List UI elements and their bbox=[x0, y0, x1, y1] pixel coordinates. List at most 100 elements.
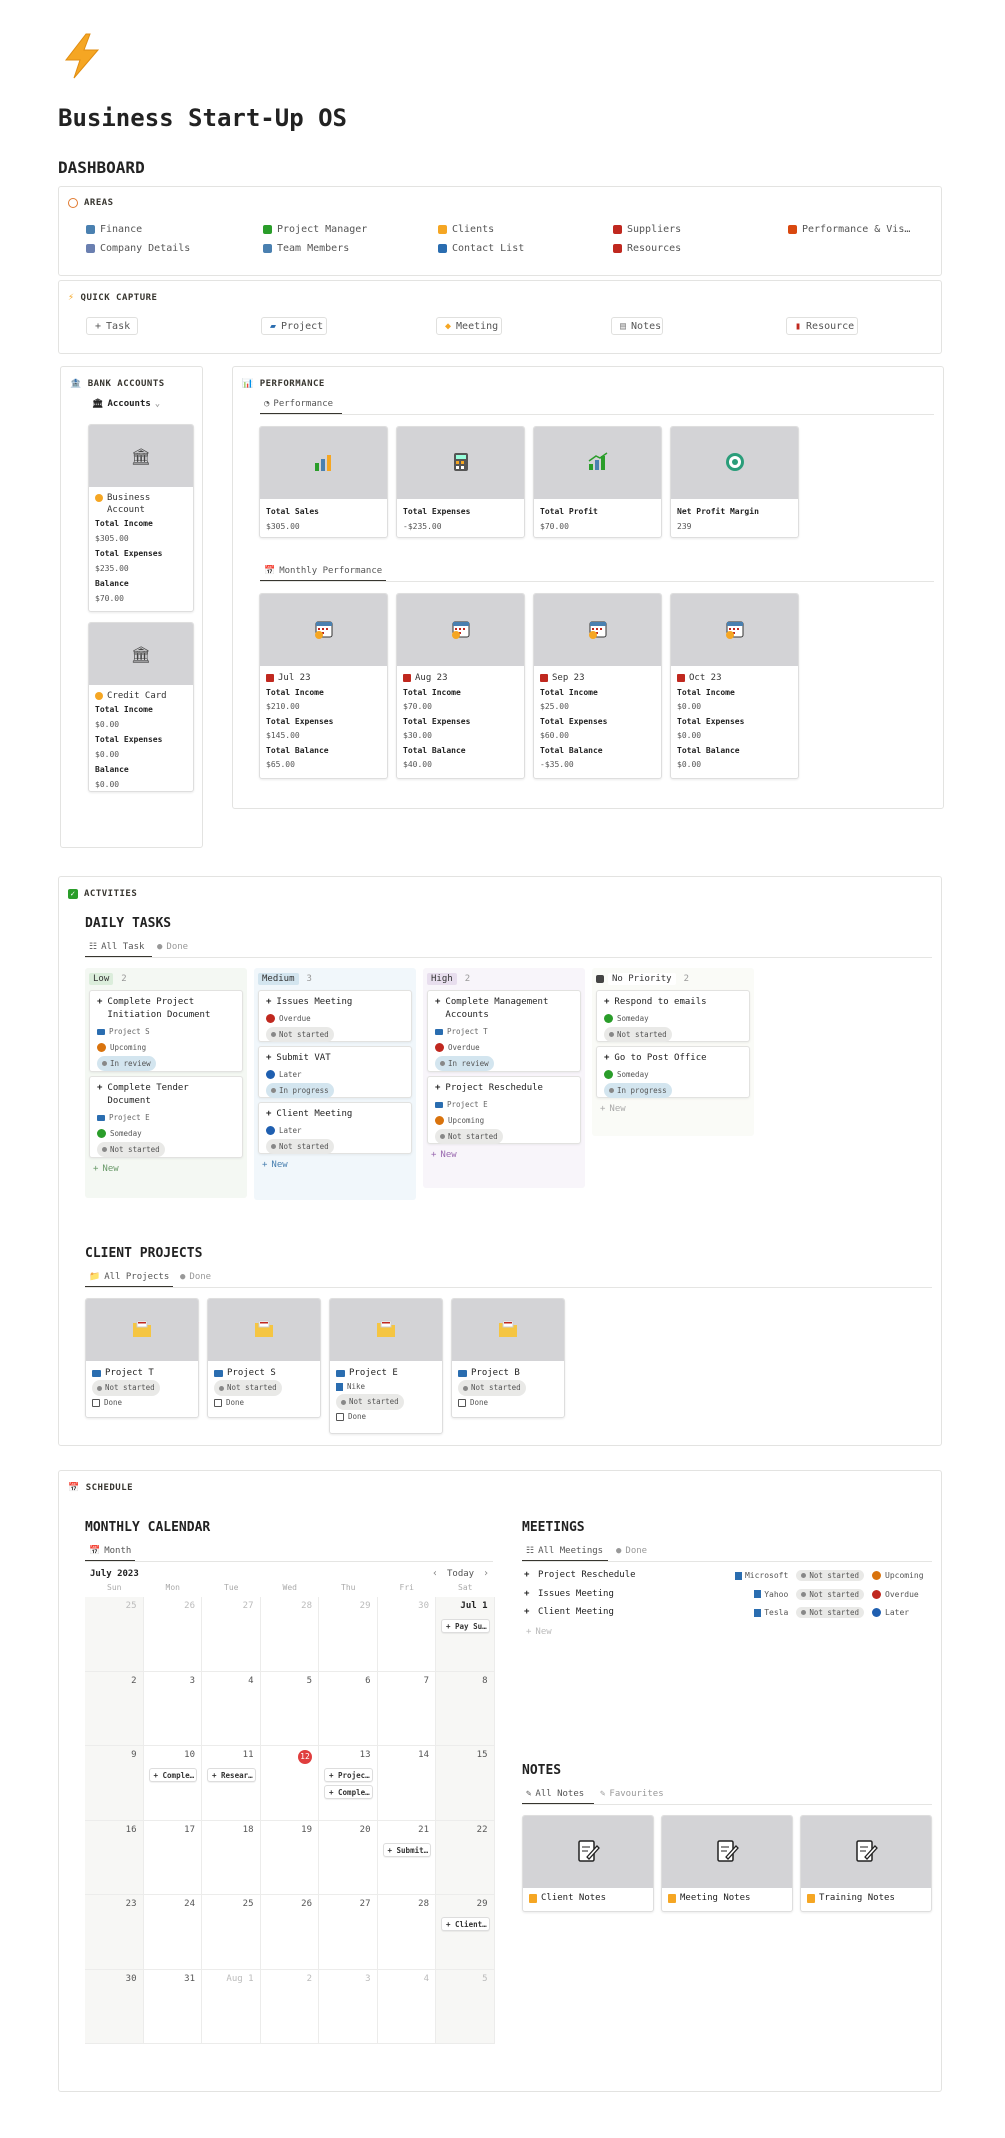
tab-monthly-performance[interactable]: 📅 Monthly Performance bbox=[264, 566, 382, 576]
calendar-day-cell[interactable]: 28 bbox=[260, 1597, 319, 1672]
task-card[interactable]: + Submit VAT Later In progress bbox=[258, 1046, 412, 1098]
calendar-day-cell[interactable]: 29 bbox=[436, 1895, 495, 1970]
calendar-day-cell[interactable]: Jul 1 bbox=[436, 1597, 495, 1672]
next-month-button[interactable]: › bbox=[483, 1568, 489, 1579]
tab-done[interactable]: ● Done bbox=[157, 942, 188, 952]
calendar-day-cell[interactable]: 8 bbox=[436, 1671, 495, 1746]
calendar-event[interactable]: + Resear… bbox=[207, 1768, 256, 1782]
area-link[interactable]: Contact List bbox=[438, 243, 524, 254]
performance-metric-card[interactable]: Total Profit $70.00 bbox=[533, 426, 662, 538]
done-checkbox[interactable] bbox=[336, 1413, 344, 1421]
quick-capture-resource-button[interactable]: ▮ Resource bbox=[786, 317, 858, 335]
project-card[interactable]: Project T Not started Done bbox=[85, 1298, 199, 1418]
tab-month[interactable]: 📅 Month bbox=[89, 1546, 131, 1556]
calendar-event[interactable]: + Submit… bbox=[382, 1842, 431, 1857]
done-checkbox[interactable] bbox=[214, 1399, 222, 1407]
quick-capture-notes-button[interactable]: ▤ Notes bbox=[611, 317, 663, 335]
calendar-day-cell[interactable]: 16 bbox=[85, 1820, 144, 1895]
calendar-day-cell[interactable]: 5 bbox=[436, 1969, 495, 2044]
task-card[interactable]: + Go to Post Office Someday In progress bbox=[596, 1046, 750, 1098]
area-link[interactable]: Company Details bbox=[86, 243, 190, 254]
calendar-day-cell[interactable]: 29 bbox=[319, 1597, 378, 1672]
calendar-day-cell[interactable]: 30 bbox=[85, 1969, 144, 2044]
calendar-day-cell[interactable]: 9 bbox=[85, 1746, 144, 1821]
calendar-day-cell[interactable]: 22 bbox=[436, 1820, 495, 1895]
calendar-day-cell[interactable]: 27 bbox=[202, 1597, 261, 1672]
calendar-day-cell[interactable]: 2 bbox=[85, 1671, 144, 1746]
tab-accounts[interactable]: 🏛 Accounts ⌄ bbox=[92, 399, 160, 409]
monthly-performance-card[interactable]: Jul 23 Total Income $210.00 Total Expenses $… bbox=[259, 593, 388, 779]
calendar-day-cell[interactable]: 26 bbox=[143, 1597, 202, 1672]
calendar-day-cell[interactable]: 30 bbox=[377, 1597, 436, 1672]
calendar-day-cell[interactable]: 4 bbox=[377, 1969, 436, 2044]
tab-performance[interactable]: ◔ Performance bbox=[264, 399, 333, 409]
project-card[interactable]: Project E Nike Not started Done bbox=[329, 1298, 443, 1434]
calendar-day-cell[interactable]: 4 bbox=[202, 1671, 261, 1746]
project-done[interactable]: Done bbox=[92, 1396, 192, 1410]
calendar-day-cell[interactable]: 18 bbox=[202, 1820, 261, 1895]
note-card[interactable]: Meeting Notes bbox=[661, 1815, 793, 1912]
calendar-event[interactable]: + Projec… bbox=[324, 1768, 373, 1782]
calendar-event[interactable]: + Pay Su… bbox=[441, 1619, 490, 1633]
calendar-day-cell[interactable]: 15 bbox=[436, 1746, 495, 1821]
tab-all-task[interactable]: ☷ All Task bbox=[89, 942, 144, 952]
calendar-day-cell[interactable]: 19 bbox=[260, 1820, 319, 1895]
new-meeting-button[interactable]: + New bbox=[526, 1627, 552, 1637]
task-card[interactable]: + Complete Project Initiation Document Pro… bbox=[89, 990, 243, 1072]
calendar-day-cell[interactable]: 28 bbox=[377, 1895, 436, 1970]
done-checkbox[interactable] bbox=[458, 1399, 466, 1407]
performance-metric-card[interactable]: Total Expenses -$235.00 bbox=[396, 426, 525, 538]
calendar-day-cell[interactable]: 23 bbox=[85, 1895, 144, 1970]
calendar-day-cell[interactable]: 3 bbox=[143, 1671, 202, 1746]
task-card[interactable]: + Issues Meeting Overdue Not started bbox=[258, 990, 412, 1042]
tab-favourites[interactable]: ✎ Favourites bbox=[600, 1789, 664, 1799]
calendar-day-cell[interactable]: 2 bbox=[260, 1969, 319, 2044]
monthly-performance-card[interactable]: Aug 23 Total Income $70.00 Total Expenses $3… bbox=[396, 593, 525, 779]
calendar-event[interactable]: + Comple… bbox=[324, 1785, 373, 1799]
calendar-event[interactable]: + Comple… bbox=[148, 1768, 197, 1782]
meeting-row[interactable]: + Client Meeting Tesla Not started Later bbox=[522, 1607, 932, 1623]
project-card[interactable]: Project B Not started Done bbox=[451, 1298, 565, 1418]
monthly-performance-card[interactable]: Sep 23 Total Income $25.00 Total Expenses $6… bbox=[533, 593, 662, 779]
area-link[interactable]: Clients bbox=[438, 224, 494, 235]
calendar-day-cell[interactable]: 13 bbox=[319, 1746, 378, 1821]
calendar-day-cell[interactable]: 25 bbox=[85, 1597, 144, 1672]
prev-month-button[interactable]: ‹ bbox=[432, 1568, 438, 1579]
calendar-day-cell[interactable]: 25 bbox=[202, 1895, 261, 1970]
calendar-day-cell[interactable]: 20 bbox=[319, 1820, 378, 1895]
tab-all-notes[interactable]: ✎ All Notes bbox=[526, 1789, 584, 1799]
bank-account-card[interactable]: 🏛 Business Account Total Income $305.00 Tota… bbox=[88, 424, 194, 612]
calendar-day-cell[interactable]: 17 bbox=[143, 1820, 202, 1895]
calendar-day-cell[interactable]: 14 bbox=[377, 1746, 436, 1821]
calendar-event[interactable]: + Client… bbox=[441, 1917, 490, 1931]
tab-all-meetings[interactable]: ☷ All Meetings bbox=[526, 1546, 603, 1556]
bank-account-card[interactable]: 🏛 Credit Card Total Income $0.00 Total Expen… bbox=[88, 622, 194, 792]
meeting-row[interactable]: + Issues Meeting Yahoo Not started Overdue bbox=[522, 1588, 932, 1605]
calendar-day-cell[interactable]: 5 bbox=[260, 1671, 319, 1746]
task-card[interactable]: + Client Meeting Later Not started bbox=[258, 1102, 412, 1154]
performance-metric-card[interactable]: Net Profit Margin 239 bbox=[670, 426, 799, 538]
monthly-performance-card[interactable]: Oct 23 Total Income $0.00 Total Expenses $0.… bbox=[670, 593, 799, 779]
calendar-day-cell[interactable]: 3 bbox=[319, 1969, 378, 2044]
tab-meetings-done[interactable]: ● Done bbox=[616, 1546, 647, 1556]
tab-all-projects[interactable]: 📁 All Projects bbox=[89, 1272, 169, 1282]
project-card[interactable]: Project S Not started Done bbox=[207, 1298, 321, 1418]
area-link[interactable]: Project Manager bbox=[263, 224, 367, 235]
tab-projects-done[interactable]: ● Done bbox=[180, 1272, 211, 1282]
new-task-button[interactable]: + New bbox=[600, 1104, 626, 1114]
task-card[interactable]: + Complete Tender Document Project E Someda… bbox=[89, 1076, 243, 1158]
project-done[interactable]: Done bbox=[336, 1410, 436, 1424]
note-card[interactable]: Client Notes bbox=[522, 1815, 654, 1912]
calendar-day-cell[interactable]: 11 bbox=[202, 1746, 261, 1821]
calendar-day-cell[interactable]: 26 bbox=[260, 1895, 319, 1970]
area-link[interactable]: Finance bbox=[86, 224, 142, 235]
new-task-button[interactable]: + New bbox=[262, 1160, 288, 1170]
quick-capture-meeting-button[interactable]: ◆ Meeting bbox=[436, 317, 502, 335]
meeting-row[interactable]: + Project Reschedule Microsoft Not started U… bbox=[522, 1570, 932, 1586]
calendar-day-cell[interactable]: 12 bbox=[260, 1746, 319, 1821]
calendar-day-cell[interactable]: 6 bbox=[319, 1671, 378, 1746]
task-card[interactable]: + Respond to emails Someday Not started bbox=[596, 990, 750, 1042]
calendar-day-cell[interactable]: 24 bbox=[143, 1895, 202, 1970]
note-card[interactable]: Training Notes bbox=[800, 1815, 932, 1912]
calendar-day-cell[interactable]: 21 bbox=[377, 1820, 436, 1895]
